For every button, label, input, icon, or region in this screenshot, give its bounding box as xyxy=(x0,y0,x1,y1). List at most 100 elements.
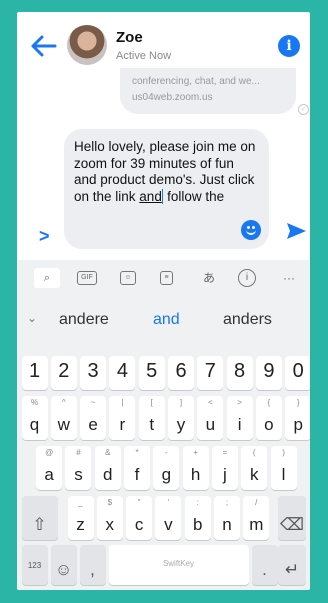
key-label: h xyxy=(190,465,201,484)
collapse-icon[interactable]: ⌄ xyxy=(27,311,37,325)
key-s[interactable]: # s xyxy=(65,446,92,490)
space-key[interactable]: SwiftKey xyxy=(108,545,249,585)
contact-name[interactable]: Zoe xyxy=(116,29,143,46)
key-a[interactable]: @ a xyxy=(36,446,63,490)
comma-key[interactable]: , xyxy=(79,545,106,585)
info-icon[interactable]: i xyxy=(278,35,300,57)
seen-check-icon: ✓ xyxy=(298,104,309,115)
key-m[interactable]: / m xyxy=(243,496,270,540)
key-alt-label: : xyxy=(196,498,199,507)
info-circle-icon[interactable]: i xyxy=(238,269,256,287)
key-label: i xyxy=(237,415,242,434)
key-8[interactable]: 8 xyxy=(226,356,253,390)
translate-icon[interactable]: あ xyxy=(199,268,219,288)
key-n[interactable]: ; n xyxy=(214,496,240,540)
key-d[interactable]: & d xyxy=(94,446,121,490)
key-3[interactable]: 3 xyxy=(80,356,107,390)
key-alt-label: $ xyxy=(107,498,113,507)
avatar[interactable] xyxy=(67,25,107,65)
key-e[interactable]: ~ e xyxy=(80,396,107,440)
key-k[interactable]: (k xyxy=(241,446,268,490)
chat-header: Zoe Active Now i xyxy=(17,12,310,76)
key-label: c xyxy=(134,515,144,534)
key-alt-label: ' xyxy=(167,498,170,507)
period-key[interactable]: . xyxy=(251,545,278,585)
key-r[interactable]: | r xyxy=(109,396,136,440)
key-label: n xyxy=(222,515,232,534)
back-arrow-icon[interactable] xyxy=(29,34,57,58)
key-2[interactable]: 2 xyxy=(50,356,77,390)
key-y[interactable]: ] y xyxy=(168,396,194,440)
chevron-right-icon[interactable]: > xyxy=(39,226,50,247)
key-label: z xyxy=(76,515,85,534)
key-c[interactable]: " c xyxy=(126,496,153,540)
key-alt-label: # xyxy=(76,448,81,457)
received-message[interactable]: conferencing, chat, and we... us04web.zo… xyxy=(120,68,296,114)
key-alt-label: > xyxy=(237,398,242,407)
key-b[interactable]: :b xyxy=(184,496,211,540)
key-label: ⇧ xyxy=(32,515,47,534)
key-alt-label: % xyxy=(30,398,39,407)
key-label: 7 xyxy=(204,360,216,382)
key-p[interactable]: } p xyxy=(285,396,310,440)
keyboard: ⌕ GIF ☺ ≡ あ i ··· ⌄ andere and anders 12… xyxy=(17,260,310,590)
key-v[interactable]: ' v xyxy=(155,496,182,540)
key-x[interactable]: $ x xyxy=(96,496,123,540)
key-1[interactable]: 1 xyxy=(21,356,48,390)
key-label: 9 xyxy=(263,360,275,382)
key-t[interactable]: [t xyxy=(138,396,165,440)
key-label: r xyxy=(119,415,126,434)
key-alt-label: & xyxy=(105,448,111,457)
key-6[interactable]: 6 xyxy=(168,356,194,390)
key-alt-label: { xyxy=(267,398,271,407)
key-4[interactable]: 4 xyxy=(109,356,136,390)
key-w[interactable]: ^ w xyxy=(50,396,77,440)
key-i[interactable]: > i xyxy=(226,396,253,440)
key-label: 3 xyxy=(87,360,99,382)
emoji-icon[interactable] xyxy=(241,220,261,240)
shift-key[interactable]: ⇧ xyxy=(21,496,58,540)
enter-key[interactable]: ↵ xyxy=(278,545,306,585)
key-9[interactable]: 9 xyxy=(255,356,282,390)
key-5[interactable]: 5 xyxy=(138,356,165,390)
key-q[interactable]: % q xyxy=(21,396,48,440)
key-label: g xyxy=(161,465,172,484)
symbols-key[interactable]: 123 xyxy=(21,545,48,585)
key-label: v xyxy=(164,515,173,534)
message-input[interactable]: Hello lovely, please join me on zoom for… xyxy=(64,129,269,249)
key-7[interactable]: 7 xyxy=(197,356,224,390)
suggestion-right[interactable]: anders xyxy=(223,311,272,329)
key-label: , xyxy=(90,560,95,579)
key-label: 8 xyxy=(234,360,246,382)
emoji-key[interactable]: ☺ xyxy=(50,545,77,585)
key-alt-label: [ xyxy=(150,398,153,407)
send-icon[interactable] xyxy=(285,220,307,242)
backspace-key[interactable]: ⌫ xyxy=(278,496,306,540)
key-z[interactable]: _ z xyxy=(67,496,94,540)
key-alt-label: = xyxy=(222,448,228,457)
key-label: 1 xyxy=(28,360,41,382)
key-o[interactable]: {o xyxy=(255,396,282,440)
more-icon[interactable]: ··· xyxy=(279,268,299,288)
sticker-icon[interactable]: ☺ xyxy=(120,271,136,285)
suggestion-left[interactable]: andere xyxy=(59,311,109,329)
key-0[interactable]: 0 xyxy=(285,356,310,390)
key-label: u xyxy=(205,415,216,434)
key-h[interactable]: + h xyxy=(182,446,209,490)
key-l[interactable]: ) l xyxy=(270,446,297,490)
key-f[interactable]: * f xyxy=(124,446,151,490)
key-label: f xyxy=(134,465,140,484)
search-icon[interactable]: ⌕ xyxy=(34,268,60,288)
key-alt-label: ; xyxy=(225,498,229,507)
message-text-underlined: and xyxy=(139,188,162,204)
key-j[interactable]: = j xyxy=(211,446,238,490)
key-label: . xyxy=(262,560,267,579)
key-u[interactable]: < u xyxy=(197,396,224,440)
suggestion-center[interactable]: and xyxy=(153,311,180,329)
key-g[interactable]: -g xyxy=(153,446,180,490)
gif-icon[interactable]: GIF xyxy=(77,271,97,285)
clipboard-icon[interactable]: ≡ xyxy=(160,271,173,285)
key-alt-label: / xyxy=(255,498,258,507)
key-alt-label: ( xyxy=(252,448,256,457)
key-label: l xyxy=(281,465,286,484)
